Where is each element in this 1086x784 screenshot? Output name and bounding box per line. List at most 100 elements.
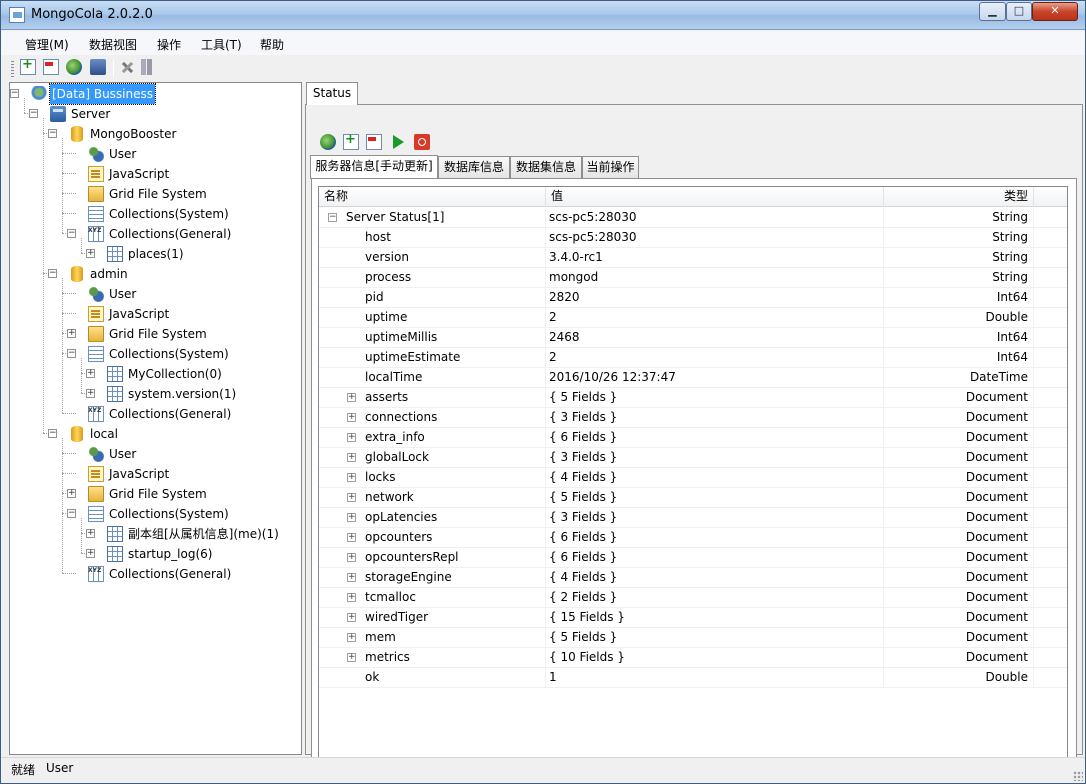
tab-current-operation[interactable]: 当前操作 bbox=[582, 156, 639, 178]
grid-row[interactable]: version 3.4.0-rc1 String bbox=[319, 248, 1067, 268]
grid-row[interactable]: uptime 2 Double bbox=[319, 308, 1067, 328]
tree-item-grid-file-system[interactable]: Grid File System bbox=[88, 323, 209, 343]
tree-item-javascript[interactable]: JavaScript bbox=[88, 463, 171, 483]
refresh-button[interactable] bbox=[66, 59, 84, 77]
grid-row[interactable]: + globalLock { 3 Fields } Document bbox=[319, 448, 1067, 468]
tree-item-collections-general[interactable]: Collections(General) bbox=[88, 561, 233, 583]
add-icon[interactable] bbox=[343, 132, 359, 150]
grid-row[interactable]: process mongod String bbox=[319, 268, 1067, 288]
server-button[interactable] bbox=[141, 59, 159, 77]
close-button[interactable]: ✕ bbox=[1032, 2, 1078, 21]
title-bar[interactable]: MongoCola 2.0.2.0 ▁ □ ✕ bbox=[1, 1, 1085, 30]
tree-item-places-1[interactable]: places(1) bbox=[107, 243, 186, 263]
add-connection-button[interactable] bbox=[20, 57, 38, 77]
tree-item-data-bussiness[interactable]: [Data] Bussiness bbox=[31, 83, 156, 105]
expand-toggle[interactable]: + bbox=[347, 653, 356, 662]
grid-row[interactable]: + metrics { 10 Fields } Document bbox=[319, 648, 1067, 668]
collapse-toggle[interactable]: − bbox=[67, 229, 76, 238]
expand-toggle[interactable]: + bbox=[67, 329, 76, 338]
tree-item-collections-general[interactable]: Collections(General) bbox=[88, 401, 233, 423]
delete-connection-button[interactable] bbox=[43, 59, 61, 77]
grid-row[interactable]: − Server Status[1] scs-pc5:28030 String bbox=[319, 208, 1067, 228]
grid-row[interactable]: localTime 2016/10/26 12:37:47 DateTime bbox=[319, 368, 1067, 388]
expand-toggle[interactable]: + bbox=[347, 573, 356, 582]
menu-help[interactable]: 帮助 bbox=[260, 36, 284, 53]
expand-toggle[interactable]: + bbox=[347, 393, 356, 402]
expand-toggle[interactable]: + bbox=[347, 533, 356, 542]
grid-row[interactable]: + network { 5 Fields } Document bbox=[319, 488, 1067, 508]
grid-row[interactable]: + mem { 5 Fields } Document bbox=[319, 628, 1067, 648]
tab-collection-info[interactable]: 数据集信息 bbox=[510, 156, 582, 178]
tree-item-user[interactable]: User bbox=[88, 283, 138, 303]
expand-toggle[interactable]: + bbox=[347, 473, 356, 482]
tree-item-javascript[interactable]: JavaScript bbox=[88, 303, 171, 323]
expand-toggle[interactable]: + bbox=[347, 593, 356, 602]
tree-item-local[interactable]: local bbox=[69, 423, 120, 443]
expand-toggle[interactable]: + bbox=[67, 489, 76, 498]
expand-toggle[interactable]: + bbox=[347, 433, 356, 442]
tools-button[interactable] bbox=[119, 59, 137, 77]
grid-row[interactable]: + opcountersRepl { 6 Fields } Document bbox=[319, 548, 1067, 568]
tree-item-admin[interactable]: admin bbox=[69, 263, 130, 283]
column-header-name[interactable]: 名称 bbox=[319, 187, 546, 207]
tree-item-system-version-1[interactable]: system.version(1) bbox=[107, 383, 238, 403]
grid-row[interactable]: + extra_info { 6 Fields } Document bbox=[319, 428, 1067, 448]
grid-row[interactable]: + opcounters { 6 Fields } Document bbox=[319, 528, 1067, 548]
tree-item-grid-file-system[interactable]: Grid File System bbox=[88, 183, 209, 203]
tree-item-user[interactable]: User bbox=[88, 143, 138, 163]
grid-row[interactable]: ok 1 Double bbox=[319, 668, 1067, 688]
grid-row[interactable]: + wiredTiger { 15 Fields } Document bbox=[319, 608, 1067, 628]
tree-item-javascript[interactable]: JavaScript bbox=[88, 163, 171, 183]
tree-item-collections-system[interactable]: Collections(System) bbox=[88, 203, 231, 223]
maximize-button[interactable]: □ bbox=[1006, 2, 1032, 21]
tree-item-collections-general[interactable]: Collections(General) bbox=[88, 221, 233, 243]
expand-toggle[interactable]: + bbox=[347, 553, 356, 562]
expand-toggle[interactable]: + bbox=[347, 513, 356, 522]
collapse-toggle[interactable]: − bbox=[10, 89, 19, 98]
connection-tree[interactable]: [Data] Bussiness − Server − MongoBooster − Use… bbox=[9, 82, 302, 755]
grid-row[interactable]: host scs-pc5:28030 String bbox=[319, 228, 1067, 248]
expand-toggle[interactable]: + bbox=[347, 453, 356, 462]
refresh-icon[interactable] bbox=[320, 134, 336, 150]
expand-toggle[interactable]: + bbox=[86, 529, 95, 538]
column-header-value[interactable]: 值 bbox=[546, 187, 884, 207]
expand-toggle[interactable]: + bbox=[86, 389, 95, 398]
grid-row[interactable]: + storageEngine { 4 Fields } Document bbox=[319, 568, 1067, 588]
tree-item-collections-system[interactable]: Collections(System) bbox=[88, 343, 231, 363]
tree-item-server[interactable]: Server bbox=[50, 103, 112, 123]
tree-item-mycollection-0[interactable]: MyCollection(0) bbox=[107, 363, 224, 383]
grid-row[interactable]: uptimeEstimate 2 Int64 bbox=[319, 348, 1067, 368]
minimize-button[interactable]: ▁ bbox=[979, 2, 1006, 21]
collapse-toggle[interactable]: − bbox=[328, 213, 337, 222]
menu-data-view[interactable]: 数据视图 bbox=[89, 36, 137, 53]
grid-row[interactable]: + asserts { 5 Fields } Document bbox=[319, 388, 1067, 408]
run-icon[interactable] bbox=[390, 134, 406, 150]
menu-operation[interactable]: 操作 bbox=[157, 36, 181, 53]
expand-toggle[interactable]: + bbox=[347, 633, 356, 642]
grid-row[interactable]: uptimeMillis 2468 Int64 bbox=[319, 328, 1067, 348]
resize-grip[interactable] bbox=[1073, 771, 1083, 781]
expand-toggle[interactable]: + bbox=[347, 413, 356, 422]
tree-item-user[interactable]: User bbox=[88, 443, 138, 463]
tree-item-startup-log-6[interactable]: startup_log(6) bbox=[107, 543, 214, 563]
tree-item-grid-file-system[interactable]: Grid File System bbox=[88, 483, 209, 503]
stop-icon[interactable] bbox=[414, 134, 430, 150]
menu-manage[interactable]: 管理(M) bbox=[25, 36, 69, 53]
delete-icon[interactable] bbox=[366, 134, 382, 150]
collapse-toggle[interactable]: − bbox=[29, 109, 38, 118]
collapse-toggle[interactable]: − bbox=[67, 349, 76, 358]
tab-database-info[interactable]: 数据库信息 bbox=[438, 156, 510, 178]
collapse-toggle[interactable]: − bbox=[48, 129, 57, 138]
collapse-toggle[interactable]: − bbox=[48, 429, 57, 438]
grid-row[interactable]: + locks { 4 Fields } Document bbox=[319, 468, 1067, 488]
grid-row[interactable]: pid 2820 Int64 bbox=[319, 288, 1067, 308]
expand-toggle[interactable]: + bbox=[86, 369, 95, 378]
expand-toggle[interactable]: + bbox=[86, 549, 95, 558]
tree-item-me-1[interactable]: 副本组[从属机信息](me)(1) bbox=[107, 523, 281, 543]
grid-row[interactable]: + opLatencies { 3 Fields } Document bbox=[319, 508, 1067, 528]
tree-item-collections-system[interactable]: Collections(System) bbox=[88, 503, 231, 523]
tab-status[interactable]: Status bbox=[306, 82, 358, 105]
grid-row[interactable]: + tcmalloc { 2 Fields } Document bbox=[319, 588, 1067, 608]
column-header-type[interactable]: 类型 bbox=[884, 187, 1034, 207]
server-status-grid[interactable]: 名称 值 类型 − Server Status[1] scs-pc5:28030 St… bbox=[318, 186, 1068, 764]
